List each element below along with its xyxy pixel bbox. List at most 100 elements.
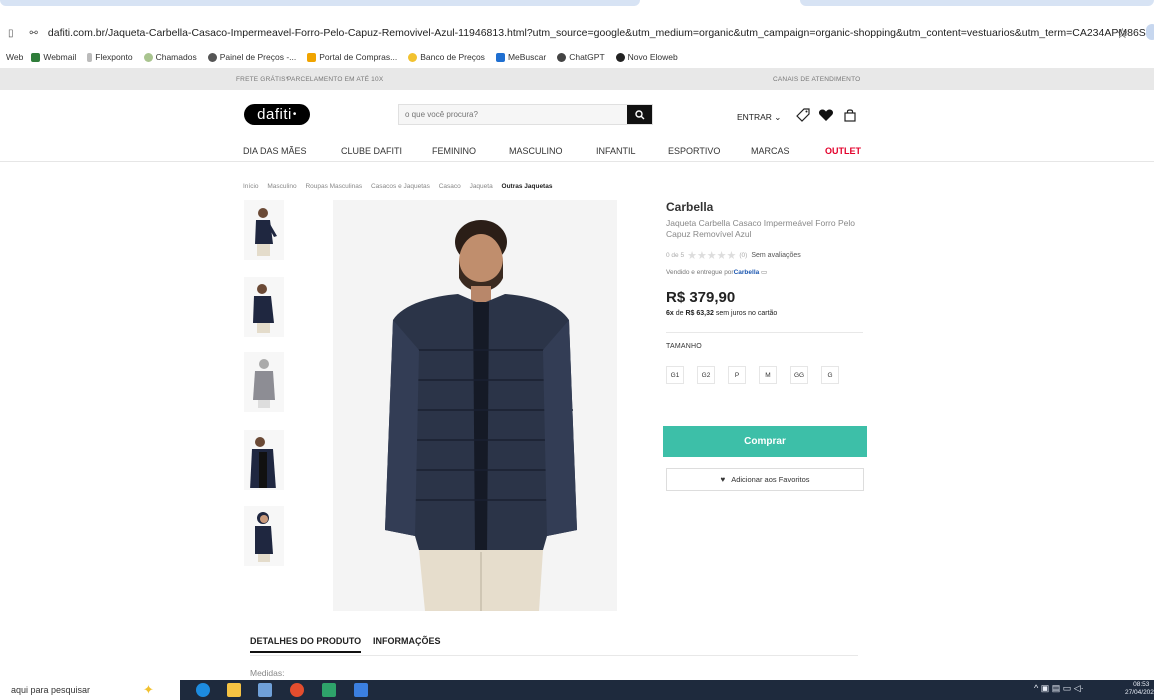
free-shipping-text[interactable]: FRETE GRÁTIS*	[236, 76, 288, 83]
size-option[interactable]: P	[728, 366, 746, 384]
bookmark-star-icon[interactable]: ☆	[1116, 25, 1129, 42]
rating-score: 0 de 5	[666, 252, 685, 259]
chrome-icon[interactable]	[290, 683, 304, 697]
app-icon[interactable]	[258, 683, 272, 697]
nav-item-clube[interactable]: CLUBE DAFITI	[341, 146, 402, 156]
bookmark-item[interactable]: Novo Eloweb	[615, 52, 678, 62]
jacket-photo	[333, 200, 617, 611]
url-text[interactable]: dafiti.com.br/Jaqueta-Carbella-Casaco-Im…	[48, 27, 1154, 39]
bookmark-item[interactable]: Portal de Compras...	[307, 52, 397, 62]
page-icon: ▯	[8, 27, 14, 39]
app-icon-blue[interactable]	[354, 683, 368, 697]
product-brand[interactable]: Carbella	[666, 200, 866, 214]
breadcrumb-item[interactable]: Roupas Masculinas	[305, 183, 362, 190]
bag-icon[interactable]	[842, 107, 858, 123]
size-label: TAMANHO	[666, 343, 702, 350]
size-selector: G1 G2 P M GG G	[666, 366, 866, 384]
product-thumbnail[interactable]	[244, 200, 284, 260]
browser-tab[interactable]	[800, 0, 1154, 6]
bank-icon	[408, 52, 418, 62]
bookmark-item[interactable]: Web	[6, 52, 23, 62]
login-link[interactable]: ENTRAR ⌄	[737, 112, 781, 123]
size-option[interactable]: M	[759, 366, 777, 384]
bookmark-item[interactable]: ChatGPT	[557, 52, 605, 62]
product-price: R$ 379,90	[666, 289, 736, 306]
bookmark-item[interactable]: Chamados	[143, 52, 197, 62]
breadcrumb-item[interactable]: Jaqueta	[470, 183, 493, 190]
profile-icon[interactable]	[1146, 24, 1154, 40]
product-thumbnail[interactable]	[244, 277, 284, 337]
product-info: Carbella Jaqueta Carbella Casaco Imperme…	[666, 200, 866, 384]
seller-info: Vendido e entregue porCarbella ▭	[666, 269, 768, 276]
breadcrumb-item[interactable]: Início	[243, 183, 259, 190]
size-option[interactable]: GG	[790, 366, 808, 384]
nav-item-esportivo[interactable]: ESPORTIVO	[668, 146, 720, 156]
product-thumbnail[interactable]	[244, 352, 284, 412]
bookmarks-bar: Web Webmail Flexponto Chamados Painel de…	[0, 48, 1154, 66]
address-bar[interactable]: ▯ ⚯ dafiti.com.br/Jaqueta-Carbella-Casac…	[0, 20, 1154, 46]
nav-item-dia-das-maes[interactable]: DIA DAS MÃES	[243, 146, 307, 156]
breadcrumb-item[interactable]: Casacos e Jaquetas	[371, 183, 430, 190]
breadcrumb-item[interactable]: Casaco	[439, 183, 461, 190]
heart-icon[interactable]	[818, 107, 834, 123]
product-main-image[interactable]	[333, 200, 617, 611]
product-thumbnail[interactable]	[244, 430, 284, 490]
jacket-photo-thumbnail	[253, 284, 274, 333]
store-icon: ▭	[759, 269, 768, 276]
nav-item-feminino[interactable]: FEMININO	[432, 146, 476, 156]
dafiti-logo[interactable]: dafiti •	[244, 104, 310, 125]
leaf-icon	[143, 52, 153, 62]
product-thumbnail[interactable]	[244, 506, 284, 566]
size-option[interactable]: G2	[697, 366, 715, 384]
no-reviews-text: Sem avaliações	[751, 252, 801, 259]
bookmark-item[interactable]: Webmail	[31, 52, 76, 62]
installments-text[interactable]: PARCELAMENTO EM ATÉ 10X	[287, 76, 383, 83]
bookmark-item[interactable]: MeBuscar	[495, 52, 546, 62]
browser-tab[interactable]	[0, 0, 640, 6]
search-icon	[634, 109, 644, 119]
promo-bar: FRETE GRÁTIS* PARCELAMENTO EM ATÉ 10X CA…	[0, 68, 1154, 90]
search-button[interactable]	[627, 105, 652, 124]
add-to-favorites-button[interactable]: ♥ Adicionar aos Favoritos	[666, 468, 864, 491]
size-option[interactable]: G1	[666, 366, 684, 384]
rating-stars-icon: ★★★★★	[687, 250, 737, 262]
tag-icon[interactable]	[795, 107, 811, 123]
breadcrumb-item[interactable]: Masculino	[267, 183, 296, 190]
windows-taskbar: aqui para pesquisar ✦ ^ ▣ ▤ ▭ ◁· 08:53 27…	[0, 680, 1154, 700]
heart-icon: ♥	[720, 475, 726, 484]
divider	[666, 332, 863, 333]
site-settings-icon[interactable]: ⚯	[30, 28, 38, 39]
search-input[interactable]	[399, 105, 627, 124]
nav-item-outlet[interactable]: OUTLET	[825, 146, 861, 156]
site-header: dafiti• ENTRAR ⌄	[0, 90, 1154, 138]
size-option[interactable]: G	[821, 366, 839, 384]
system-tray[interactable]: ^ ▣ ▤ ▭ ◁·	[1034, 683, 1084, 694]
chatgpt-icon	[557, 52, 567, 62]
nav-item-infantil[interactable]: INFANTIL	[596, 146, 636, 156]
nav-item-marcas[interactable]: MARCAS	[751, 146, 790, 156]
measures-label: Medidas:	[250, 668, 285, 678]
tab-details[interactable]: DETALHES DO PRODUTO	[250, 636, 362, 653]
bookmark-item[interactable]: Painel de Preços -...	[207, 52, 296, 62]
tab-info[interactable]: INFORMAÇÕES	[373, 636, 441, 646]
sparkle-icon[interactable]: ✦	[143, 683, 157, 697]
eloweb-icon	[615, 52, 625, 62]
nav-item-masculino[interactable]: MASCULINO	[509, 146, 563, 156]
mebuscar-icon	[495, 52, 505, 62]
seller-link[interactable]: Carbella	[734, 269, 760, 276]
rating-count: (0)	[739, 252, 748, 259]
search-box	[398, 104, 653, 125]
service-link[interactable]: CANAIS DE ATENDIMENTO	[773, 76, 860, 83]
app-icon-green[interactable]	[322, 683, 336, 697]
bookmark-item[interactable]: Banco de Preços	[408, 52, 485, 62]
jacket-back-thumbnail	[253, 359, 275, 408]
file-explorer-icon[interactable]	[227, 683, 241, 697]
installments-info: 6x de R$ 63,32 sem juros no cartão	[666, 310, 778, 317]
buy-button[interactable]: Comprar	[663, 426, 867, 457]
edge-icon[interactable]	[196, 683, 210, 697]
logo-dot: •	[292, 109, 297, 120]
browser-tab-strip	[0, 0, 1154, 18]
taskbar-clock[interactable]: 08:5327/04/2025	[1125, 681, 1154, 697]
product-name: Jaqueta Carbella Casaco Impermeável Forr…	[666, 218, 855, 239]
bookmark-item[interactable]: Flexponto	[87, 52, 133, 62]
